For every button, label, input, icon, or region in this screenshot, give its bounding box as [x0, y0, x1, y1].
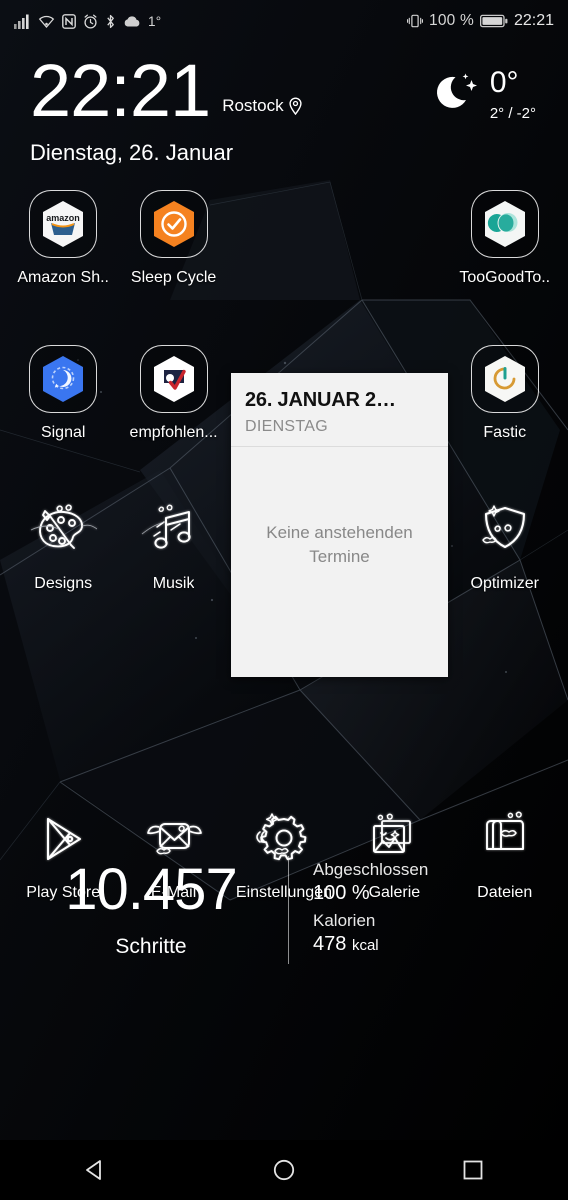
- app-icon-wrap: amazon: [29, 190, 98, 259]
- optimizer-shield-icon: [481, 505, 525, 549]
- weather-temps: 0° 2° / -2°: [489, 66, 536, 123]
- app-label: Designs: [34, 575, 93, 593]
- home-circle-icon: [273, 1159, 295, 1181]
- clock-city-label: Rostock: [222, 96, 284, 116]
- app-label: Fastic: [483, 424, 527, 442]
- sleep-cycle-icon: [139, 190, 208, 259]
- clock-weather-widget[interactable]: 22:21 Rostock Dienstag, 26. Januar 0° 2°…: [0, 42, 568, 166]
- recents-square-icon: [463, 1160, 483, 1180]
- designs-palette-icon: [30, 504, 98, 550]
- battery-full-icon: [479, 14, 508, 28]
- app-icon-wrap: [29, 496, 98, 564]
- calories-value: 478: [313, 933, 347, 956]
- calendar-weekday: DIENSTAG: [245, 418, 329, 436]
- app-signal[interactable]: Signal: [11, 345, 115, 442]
- moon-clear-night-icon: [436, 73, 477, 108]
- sleep-cycle-hexagon-glyph: [153, 201, 194, 248]
- app-label: Musik: [152, 575, 195, 593]
- amazon-hexagon-glyph: amazon: [43, 201, 84, 248]
- app-label: empfohlen...: [129, 424, 218, 442]
- app-label: Amazon Sh..: [17, 269, 109, 287]
- vibrate-icon: [407, 14, 423, 28]
- amazon-shopping-icon: amazon: [29, 190, 98, 259]
- weather-current-temp: 0°: [489, 66, 519, 99]
- app-icon-wrap: [471, 496, 539, 564]
- signal-messenger-icon: [29, 345, 98, 414]
- steps-health-widget[interactable]: 10.457 Schritte Abgeschlossen 100 % Kalo…: [0, 842, 568, 978]
- empfohlen-hexagon-glyph: [153, 356, 194, 403]
- app-icon-wrap: [470, 345, 539, 414]
- navigation-bar: [0, 1140, 568, 1200]
- app-designs[interactable]: Designs: [11, 496, 115, 593]
- clock-time: 22:21: [30, 49, 211, 132]
- nav-back-button[interactable]: [50, 1145, 140, 1195]
- fastic-icon: [470, 345, 539, 414]
- battery-percent-text: 100 %: [429, 12, 474, 29]
- weather-temp-range: 2° / -2°: [489, 105, 536, 122]
- calories-label: Kalorien: [313, 911, 376, 931]
- calendar-date-title: 26. JANUAR 2…: [245, 389, 396, 412]
- weather-block[interactable]: 0° 2° / -2°: [430, 56, 542, 122]
- status-temperature: 1°: [148, 13, 162, 29]
- calories-unit: kcal: [351, 937, 379, 955]
- signal-bars-icon: [14, 14, 29, 29]
- home-screen-grid: amazon Amazon Sh.. Sleep Cycle TooGoodTo…: [0, 166, 568, 1200]
- svg-text:amazon: amazon: [46, 213, 80, 223]
- toogoodtogo-icon: [470, 190, 539, 259]
- back-triangle-icon: [85, 1160, 101, 1180]
- nfc-icon: [62, 13, 76, 29]
- steps-primary: 10.457 Schritte: [28, 861, 288, 959]
- calendar-empty-message: Keine anstehenden Termine: [266, 522, 413, 567]
- clock-time-row[interactable]: 22:21 Rostock: [30, 49, 303, 132]
- app-label: Sleep Cycle: [130, 269, 217, 287]
- app-icon-wrap: [29, 345, 98, 414]
- app-icon-wrap: [140, 496, 208, 564]
- steps-label: Schritte: [115, 935, 187, 959]
- status-bar-left-icons: 1°: [14, 14, 161, 29]
- location-pin-icon: [289, 97, 302, 116]
- app-sleep-cycle[interactable]: Sleep Cycle: [122, 190, 226, 287]
- clock-date: Dienstag, 26. Januar: [30, 140, 234, 166]
- app-amazon-shopping[interactable]: amazon Amazon Sh..: [11, 190, 115, 287]
- calendar-widget-body[interactable]: Keine anstehenden Termine: [231, 447, 448, 677]
- app-label: Optimizer: [470, 575, 539, 593]
- calendar-widget[interactable]: 26. JANUAR 2… DIENSTAG Keine anstehenden…: [231, 373, 448, 678]
- fastic-hexagon-glyph: [484, 356, 525, 403]
- app-label: Signal: [40, 424, 86, 442]
- app-musik[interactable]: Musik: [122, 496, 226, 593]
- music-note-icon: [141, 504, 191, 549]
- nav-recents-button[interactable]: [428, 1145, 518, 1195]
- toogoodtogo-hexagon-glyph: [484, 201, 525, 248]
- app-icon-wrap: [139, 345, 208, 414]
- empfohlen-app-icon: [139, 345, 208, 414]
- app-icon-wrap: [139, 190, 208, 259]
- app-row-1: amazon Amazon Sh.. Sleep Cycle TooGoodTo…: [0, 190, 568, 287]
- alarm-icon: [84, 14, 97, 29]
- calendar-widget-header: 26. JANUAR 2… DIENSTAG: [231, 373, 448, 448]
- status-bar-clock: 22:21: [513, 12, 554, 29]
- clock-city[interactable]: Rostock: [210, 96, 302, 126]
- completed-value: 100 %: [313, 882, 370, 905]
- status-bar-right-icons: 100 % 22:21: [407, 12, 554, 30]
- wifi-icon: [38, 15, 55, 28]
- signal-hexagon-glyph: [43, 356, 84, 403]
- app-toogoodtogo[interactable]: TooGoodTo..: [453, 190, 557, 287]
- clock-widget-left[interactable]: 22:21 Rostock Dienstag, 26. Januar: [30, 49, 303, 166]
- bluetooth-icon: [107, 14, 114, 28]
- calories-value-row: 478 kcal: [313, 933, 428, 956]
- steps-count: 10.457: [65, 857, 237, 923]
- app-label: TooGoodTo..: [459, 269, 551, 287]
- cloud-icon: [124, 15, 140, 26]
- app-optimizer[interactable]: Optimizer: [453, 496, 557, 593]
- steps-secondary: Abgeschlossen 100 % Kalorien 478 kcal: [289, 860, 428, 960]
- status-bar[interactable]: 1° 100 % 22:21: [0, 0, 568, 42]
- app-fastic[interactable]: Fastic: [453, 345, 557, 442]
- app-icon-wrap: [470, 190, 539, 259]
- completed-label: Abgeschlossen: [313, 860, 429, 880]
- app-empfohlen[interactable]: empfohlen...: [122, 345, 226, 442]
- nav-home-button[interactable]: [239, 1145, 329, 1195]
